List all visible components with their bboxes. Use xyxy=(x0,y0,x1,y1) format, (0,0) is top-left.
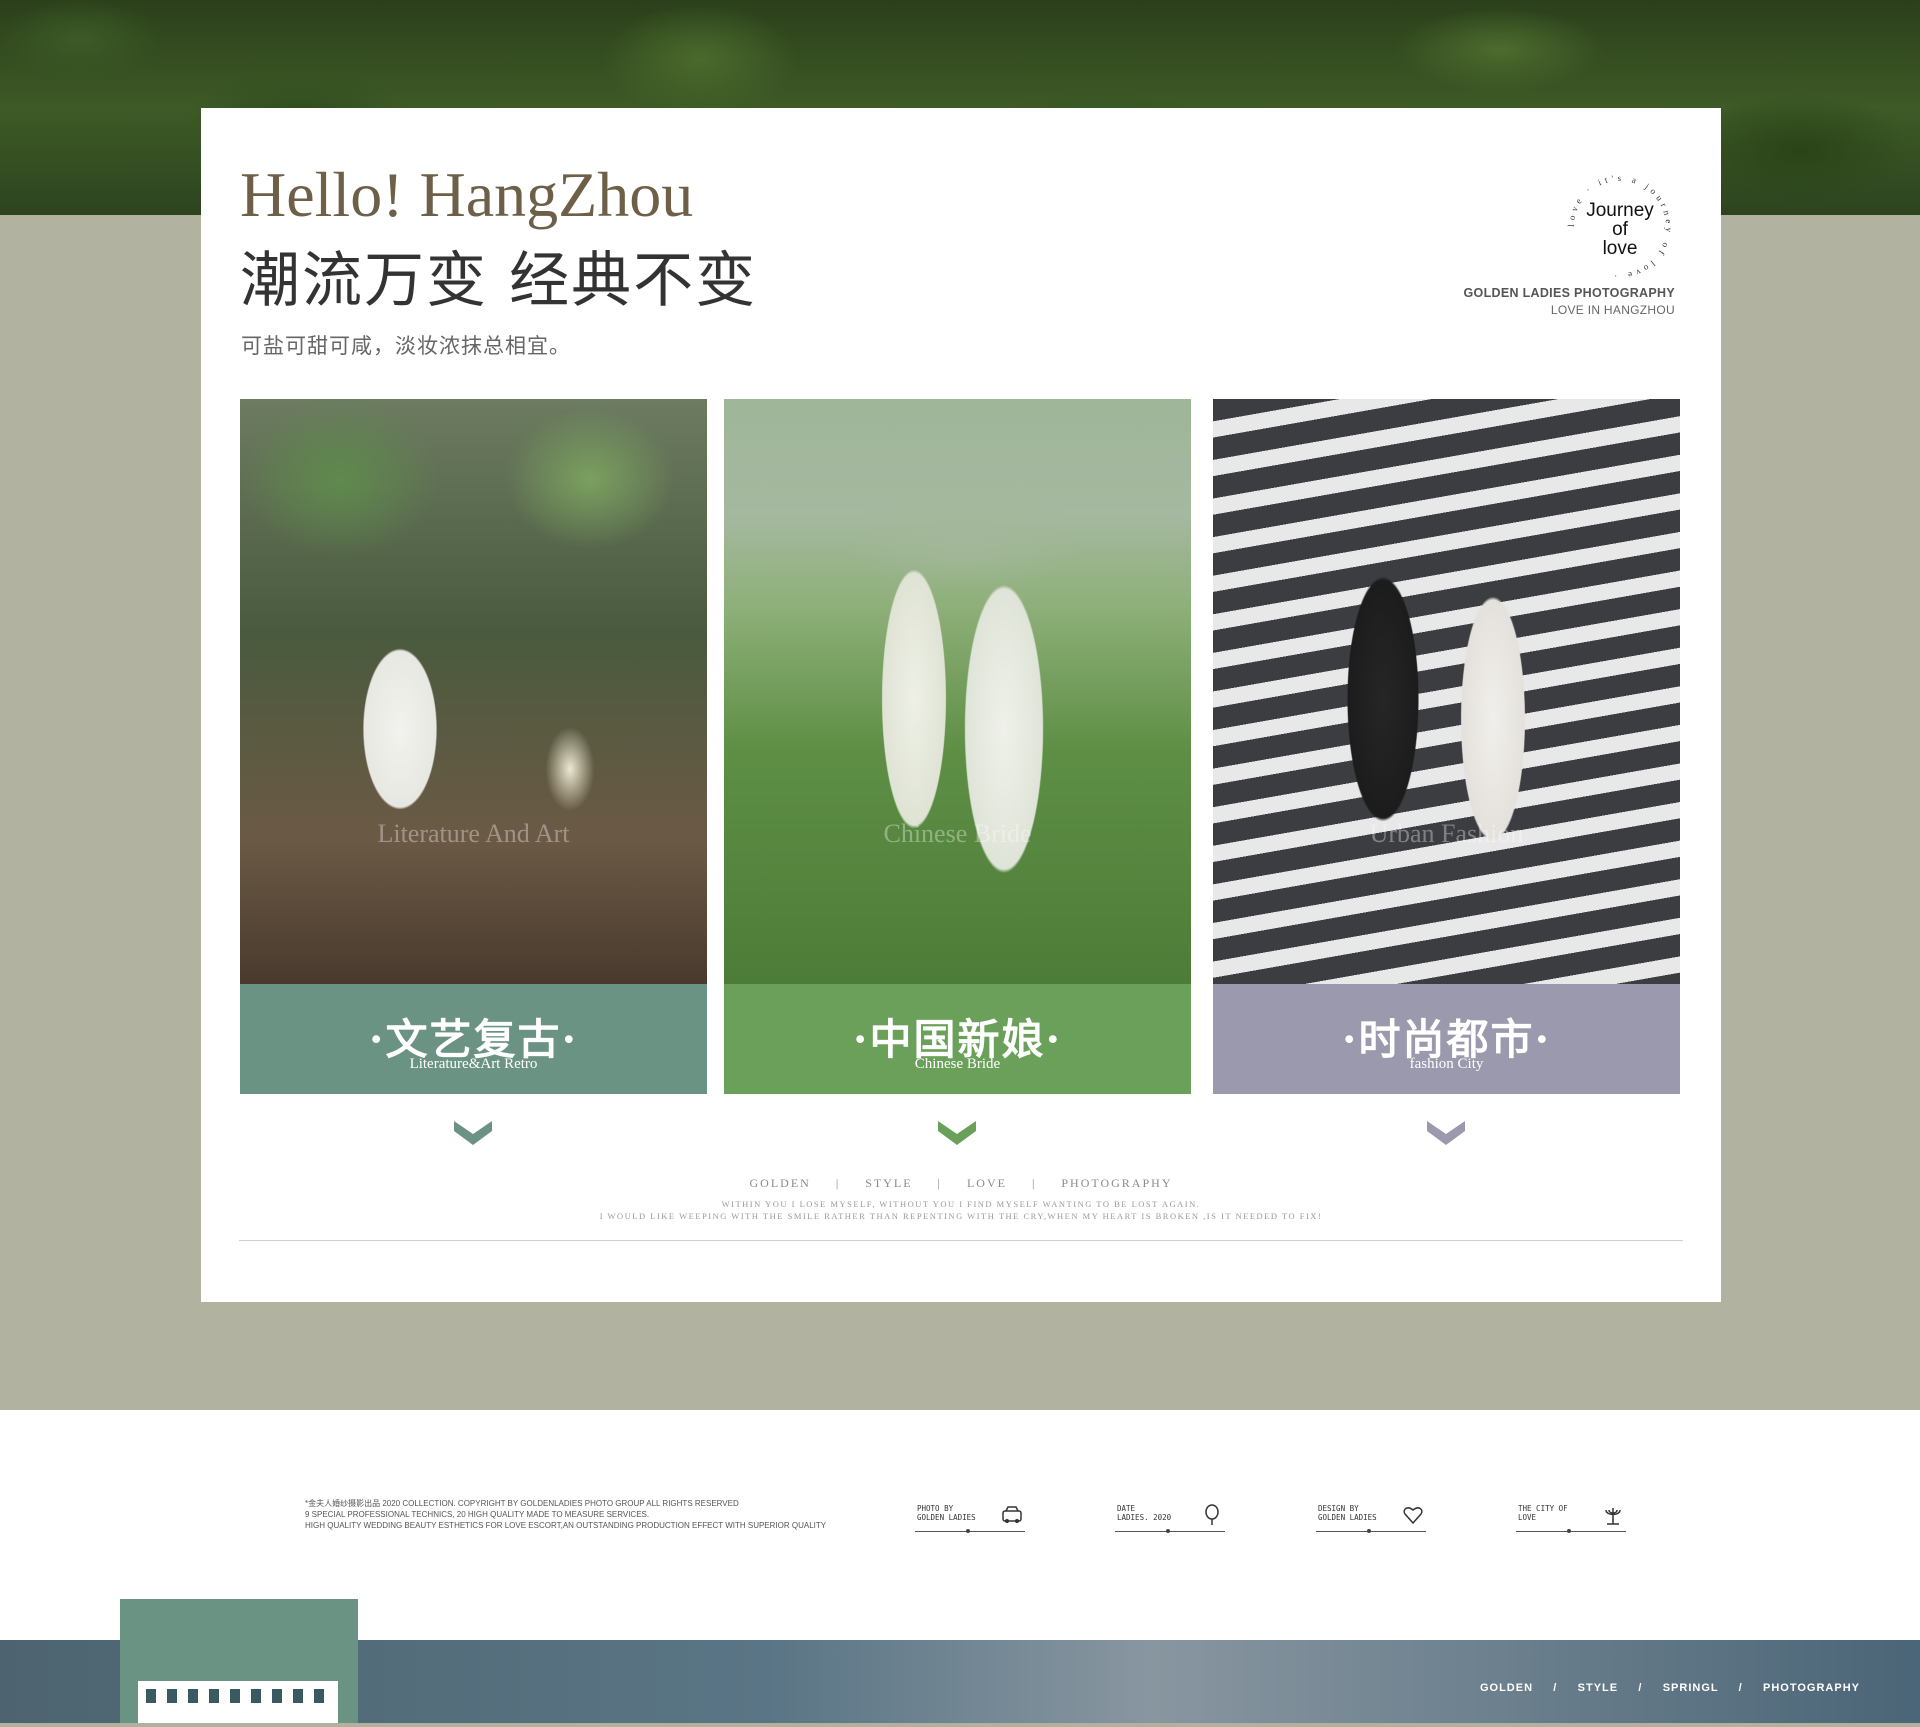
stamp-text-line3: love xyxy=(1602,238,1638,259)
fashion-city-photo: Urban Fashion xyxy=(1213,399,1680,984)
stamp-text-line1: Journey xyxy=(1586,200,1654,221)
style-card-fashion-city[interactable]: Urban Fashion ·时尚都市· fashion City xyxy=(1213,399,1680,1094)
info-dot xyxy=(1367,1529,1371,1533)
info-item-date: DATE LADIES. 2020 xyxy=(1115,1504,1225,1533)
film-perforation xyxy=(167,1689,177,1703)
info-underline xyxy=(915,1531,1025,1532)
style-label-en: Literature&Art Retro xyxy=(409,1056,538,1072)
film-perforation xyxy=(251,1689,261,1703)
style-card-literature[interactable]: Literature And Art ·文艺复古· Literature&Art… xyxy=(240,399,707,1094)
page-title-cn: 潮流万变 经典不变 xyxy=(240,246,758,316)
heart-icon xyxy=(1403,1507,1423,1525)
film-perforation xyxy=(293,1689,303,1703)
style-label-box: ·中国新娘· Chinese Bride xyxy=(724,984,1191,1094)
quote-line-2: I WOULD LIKE WEEPING WITH THE SMILE RATH… xyxy=(599,1211,1323,1221)
tagline: 可盐可甜可咸，淡妆浓抹总相宜。 xyxy=(241,334,571,358)
info-underline xyxy=(1516,1531,1626,1532)
chinese-bride-photo: Chinese Bride xyxy=(724,399,1191,984)
chevron-shape-3 xyxy=(1427,1121,1465,1145)
info-dot xyxy=(1166,1529,1170,1533)
style-label-box: ·文艺复古· Literature&Art Retro xyxy=(240,984,707,1094)
balloon-icon xyxy=(1205,1504,1219,1525)
chevron-shape-2 xyxy=(938,1121,976,1145)
copyright-block: *金夫人婚纱摄影出品 2020 COLLECTION. COPYRIGHT BY… xyxy=(305,1498,826,1531)
info-underline xyxy=(1316,1531,1426,1532)
film-perforation xyxy=(272,1689,282,1703)
info-item-photo-by: PHOTO BY GOLDEN LADIES xyxy=(915,1504,1025,1533)
copyright-line: HIGH QUALITY WEDDING BEAUTY ESTHETICS FO… xyxy=(305,1521,827,1530)
bottom-nav[interactable]: GOLDEN / STYLE / SPRINGL / PHOTOGRAPHY xyxy=(1460,1682,1860,1694)
divider xyxy=(239,1240,1683,1241)
film-perforation xyxy=(209,1689,219,1703)
info-text: THE CITY OF LOVE xyxy=(1518,1504,1568,1522)
style-label-box: ·时尚都市· fashion City xyxy=(1213,984,1680,1094)
film-strip-svg xyxy=(146,1689,324,1703)
quote-line-1: WITHIN YOU I LOSE MYSELF, WITHOUT YOU I … xyxy=(721,1199,1201,1209)
chevron-shape-1 xyxy=(454,1121,492,1145)
copyright-line: 9 SPECIAL PROFESSIONAL TECHNICS, 20 HIGH… xyxy=(305,1510,650,1519)
film-perforation xyxy=(146,1689,156,1703)
info-dot xyxy=(1567,1529,1571,1533)
stamp-text-line2: of xyxy=(1612,219,1628,240)
info-underline xyxy=(1115,1531,1225,1532)
info-text: PHOTO BY GOLDEN LADIES xyxy=(917,1504,976,1522)
chevron-down-icon[interactable] xyxy=(938,1121,976,1145)
film-strip-icon xyxy=(138,1681,338,1723)
photo-watermark: Chinese Bride xyxy=(883,819,1032,848)
info-text: DESIGN BY GOLDEN LADIES xyxy=(1318,1504,1377,1522)
info-item-design-by: DESIGN BY GOLDEN LADIES xyxy=(1316,1504,1426,1533)
copyright-line: *金夫人婚纱摄影出品 2020 COLLECTION. COPYRIGHT BY… xyxy=(305,1499,739,1508)
literature-photo: Literature And Art xyxy=(240,399,707,984)
page-title-en: Hello! HangZhou xyxy=(240,159,694,230)
car-icon xyxy=(1002,1506,1022,1523)
info-text: DATE LADIES. 2020 xyxy=(1117,1504,1172,1522)
photo-watermark: Urban Fashion xyxy=(1369,819,1524,848)
info-dot xyxy=(966,1529,970,1533)
chevron-down-icon[interactable] xyxy=(454,1121,492,1145)
style-label-en: fashion City xyxy=(1409,1056,1484,1072)
film-perforation xyxy=(230,1689,240,1703)
film-perforation xyxy=(314,1689,324,1703)
info-item-city-of-love: THE CITY OF LOVE xyxy=(1516,1504,1626,1533)
candelabra-icon xyxy=(1605,1508,1621,1525)
studio-name: GOLDEN LADIES PHOTOGRAPHY xyxy=(1463,286,1675,300)
film-perforation xyxy=(188,1689,198,1703)
style-label-en: Chinese Bride xyxy=(914,1056,1001,1072)
studio-subtitle: LOVE IN HANGZHOU xyxy=(1550,303,1675,317)
brand-tag-row: GOLDEN | STYLE | LOVE | PHOTOGRAPHY xyxy=(749,1176,1173,1190)
photo-watermark: Literature And Art xyxy=(377,819,570,848)
style-card-chinese-bride[interactable]: Chinese Bride ·中国新娘· Chinese Bride xyxy=(724,399,1191,1094)
chevron-down-icon[interactable] xyxy=(1427,1121,1465,1145)
